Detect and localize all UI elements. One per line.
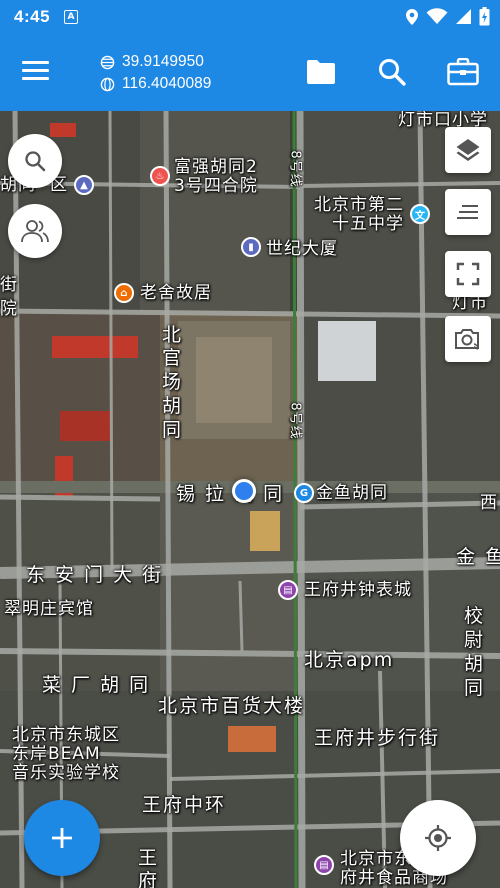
- add-button[interactable]: [24, 800, 100, 876]
- map-label: 王: [138, 847, 160, 869]
- poi-school-icon[interactable]: ▲: [74, 175, 94, 195]
- map-label: 王府井钟表城: [304, 580, 412, 600]
- users-button[interactable]: [8, 204, 62, 258]
- map-label: 王府中环: [142, 794, 227, 816]
- map-label: 锡 拉 胡 同: [176, 483, 285, 505]
- map-label: 金 鱼: [456, 546, 500, 568]
- users-icon: [21, 220, 49, 243]
- locate-me-button[interactable]: [400, 800, 476, 876]
- map-label: 北京市第二: [314, 195, 404, 215]
- map-label: 菜 厂 胡 同: [42, 674, 151, 696]
- map-label: 老舍故居: [140, 283, 212, 303]
- map-label: 十五中学: [332, 214, 404, 234]
- map-label: 胡: [162, 395, 184, 417]
- map-label: 院: [0, 299, 18, 319]
- poi-shop-icon[interactable]: ▤: [278, 580, 298, 600]
- map-label: 翠明庄宾馆: [4, 599, 94, 619]
- longitude-globe-icon: [100, 77, 115, 91]
- toolbox-icon: [447, 58, 479, 86]
- poi-building-icon[interactable]: ▮: [241, 237, 261, 257]
- poi-school-icon[interactable]: 文: [410, 204, 430, 224]
- menu-icon-bar: [22, 61, 49, 64]
- fullscreen-button[interactable]: [445, 251, 491, 297]
- map-label: 场: [162, 371, 184, 393]
- map-view[interactable]: ▲ ♨ ▮ ⌂ 文 ▤ G ▤ 灯市口小学 胡同 区 富强胡同2 3号四合院 8…: [0, 111, 500, 888]
- search-icon: [379, 59, 406, 86]
- map-label: 3号四合院: [174, 176, 258, 196]
- latitude-row: 39.9149950: [100, 51, 211, 73]
- map-label: 北京apm: [304, 649, 395, 671]
- status-time: 4:45: [14, 6, 51, 26]
- plus-icon: [52, 828, 72, 848]
- layers-button[interactable]: [445, 127, 491, 173]
- map-label: 金鱼胡同: [316, 483, 388, 503]
- longitude-value: 116.4040089: [122, 75, 212, 92]
- map-label: 王府井步行街: [314, 727, 441, 749]
- app-screen: 4:45 A 39.9149950 116.4040089 ▲ ♨ ▮ ⌂ 文 …: [0, 0, 500, 888]
- toolbox-button[interactable]: [444, 53, 482, 91]
- map-label: 北京市东: [340, 849, 412, 869]
- camera-icon: [455, 329, 479, 350]
- map-label: 北: [162, 324, 184, 346]
- map-label: 府: [138, 870, 160, 888]
- coordinates-display: 39.9149950 116.4040089: [100, 51, 211, 95]
- map-label: 校: [464, 605, 486, 627]
- poi-attraction-icon[interactable]: ⌂: [114, 283, 134, 303]
- longitude-row: 116.4040089: [100, 73, 211, 95]
- latitude-value: 39.9149950: [122, 53, 204, 70]
- map-label: 世纪大厦: [266, 239, 338, 259]
- map-label: 尉: [464, 629, 486, 651]
- map-label: 富强胡同2: [174, 157, 258, 177]
- map-label: 音乐实验学校: [12, 763, 120, 783]
- menu-icon-bar: [22, 69, 49, 72]
- search-button[interactable]: [373, 53, 411, 91]
- menu-icon-bar: [22, 77, 49, 80]
- fullscreen-icon: [456, 262, 480, 286]
- layers-icon: [456, 139, 480, 161]
- map-label: 东岸BEAM: [12, 744, 101, 764]
- signal-icon: [456, 9, 471, 24]
- current-location-marker: [232, 479, 256, 503]
- map-label: 东 安 门 大 街: [26, 564, 164, 586]
- folder-icon: [307, 60, 335, 84]
- map-label: 同: [464, 677, 486, 699]
- app-toolbar: 39.9149950 116.4040089: [0, 33, 500, 111]
- map-search-button[interactable]: [8, 134, 62, 188]
- poi-gas-station-icon[interactable]: G: [294, 483, 314, 503]
- map-label: 官: [162, 347, 184, 369]
- map-label: 街: [0, 275, 18, 295]
- battery-icon: [479, 7, 490, 26]
- poi-food-icon[interactable]: ♨: [150, 166, 170, 186]
- status-bar: 4:45 A: [0, 0, 500, 33]
- notification-badge-icon: A: [64, 9, 79, 24]
- map-label: 北京市百货大楼: [158, 695, 306, 717]
- folder-button[interactable]: [302, 53, 340, 91]
- latitude-globe-icon: [100, 55, 115, 69]
- crosshair-icon: [425, 825, 451, 851]
- wifi-icon: [426, 8, 448, 24]
- map-label: 8号线: [287, 402, 303, 440]
- list-button[interactable]: [445, 189, 491, 235]
- camera-button[interactable]: [445, 316, 491, 362]
- menu-button[interactable]: [22, 57, 56, 87]
- location-pin-icon: [406, 8, 418, 25]
- map-label: 胡: [464, 653, 486, 675]
- map-label: 8号线: [287, 150, 303, 188]
- poi-shop-icon[interactable]: ▤: [314, 855, 334, 875]
- search-icon: [25, 151, 46, 172]
- status-icons: [405, 0, 490, 33]
- map-label: 西: [480, 493, 498, 513]
- map-label: 北京市东城区: [12, 725, 120, 745]
- map-label: 同: [162, 419, 184, 441]
- list-icon: [457, 205, 478, 219]
